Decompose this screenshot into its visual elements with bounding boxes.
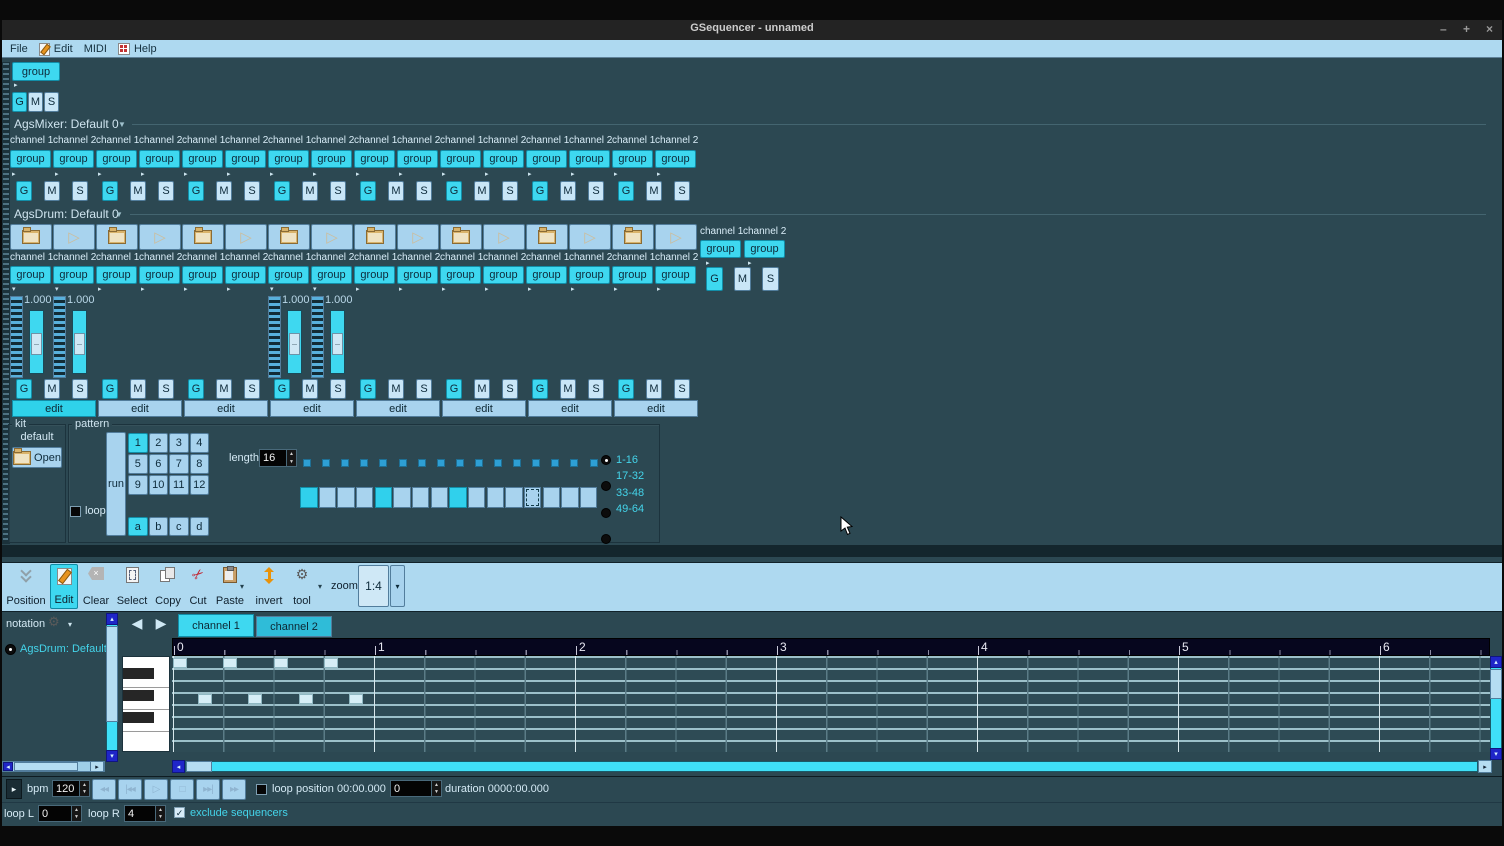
bottom-black-strip: [0, 826, 1504, 846]
loop-left-spin-buttons[interactable]: ▲▼: [72, 805, 82, 822]
loop-left-value[interactable]: 0: [38, 805, 72, 822]
loop-right-spin-down-icon[interactable]: ▼: [158, 814, 163, 820]
loop-right-spin-buttons[interactable]: ▲▼: [156, 805, 166, 822]
exclude-sequencers-label: exclude sequencers: [190, 807, 300, 820]
loop-left-spin-up-icon[interactable]: ▲: [74, 807, 79, 813]
loop-right-spin-up-icon[interactable]: ▲: [158, 807, 163, 813]
loop-left-spin-down-icon[interactable]: ▼: [74, 814, 79, 820]
gsequencer-window: GSequencer - unnamed – + × FileEditMIDIH…: [0, 0, 1504, 846]
loop-right-label: loop R: [88, 808, 122, 821]
loop-right-value[interactable]: 4: [124, 805, 156, 822]
footer-bar: loop L0▲▼loop R4▲▼✓exclude sequencers: [0, 0, 1504, 846]
mouse-cursor: [840, 516, 854, 536]
exclude-sequencers-checkbox[interactable]: ✓: [174, 807, 185, 818]
left-border: [0, 20, 2, 826]
loop-left-label: loop L: [4, 808, 36, 821]
